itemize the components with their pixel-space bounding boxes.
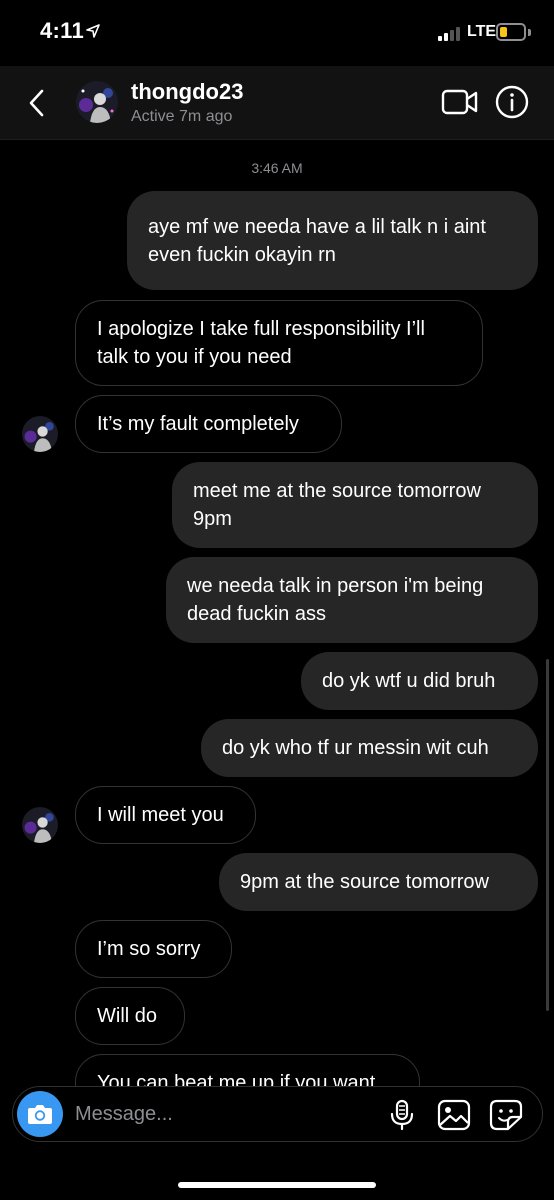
- message-bubble-received[interactable]: Will do: [75, 987, 185, 1045]
- message-bubble-received[interactable]: I’m so sorry: [75, 920, 232, 978]
- message-bubble-sent[interactable]: aye mf we needa have a lil talk n i aint…: [127, 191, 538, 290]
- sticker-icon[interactable]: [489, 1099, 523, 1131]
- status-bar: 4:11 LTE: [0, 0, 554, 66]
- message-bubble-sent[interactable]: do yk who tf ur messin wit cuh: [201, 719, 538, 777]
- active-status: Active 7m ago: [131, 108, 233, 125]
- gallery-icon[interactable]: [437, 1099, 471, 1131]
- message-thread[interactable]: 3:46 AM aye mf we needa have a lil talk …: [0, 140, 554, 1086]
- battery-low-icon: [496, 23, 526, 41]
- message-bubble-received[interactable]: It’s my fault completely: [75, 395, 342, 453]
- microphone-icon[interactable]: [389, 1099, 415, 1131]
- thread-scrollbar[interactable]: [546, 659, 549, 1011]
- video-call-icon[interactable]: [441, 86, 479, 118]
- status-time: 4:11: [40, 18, 85, 43]
- message-bubble-received[interactable]: You can beat me up if you want: [75, 1054, 420, 1086]
- network-type: LTE: [467, 23, 497, 40]
- thread-timestamp: 3:46 AM: [251, 160, 303, 176]
- camera-icon: [28, 1105, 52, 1124]
- camera-button[interactable]: [17, 1091, 63, 1137]
- signal-bars-icon: [438, 25, 464, 41]
- username[interactable]: thongdo23: [131, 79, 243, 105]
- message-bubble-sent[interactable]: do yk wtf u did bruh: [301, 652, 538, 710]
- info-icon[interactable]: [494, 84, 530, 120]
- message-bubble-sent[interactable]: we needa talk in person i'm being dead fu…: [166, 557, 538, 643]
- message-bubble-received[interactable]: I will meet you: [75, 786, 256, 844]
- avatar[interactable]: [22, 807, 58, 843]
- message-bubble-sent[interactable]: meet me at the source tomorrow 9pm: [172, 462, 538, 548]
- home-indicator[interactable]: [178, 1182, 376, 1188]
- message-bubble-received[interactable]: I apologize I take full responsibility I…: [75, 300, 483, 386]
- avatar[interactable]: [22, 416, 58, 452]
- location-arrow-icon: [86, 24, 100, 38]
- avatar[interactable]: [76, 81, 118, 123]
- message-input[interactable]: [75, 1099, 375, 1129]
- message-bubble-sent[interactable]: 9pm at the source tomorrow: [219, 853, 538, 911]
- message-composer: [12, 1086, 543, 1142]
- back-chevron-icon[interactable]: [22, 86, 52, 120]
- chat-header: thongdo23 Active 7m ago: [0, 66, 554, 140]
